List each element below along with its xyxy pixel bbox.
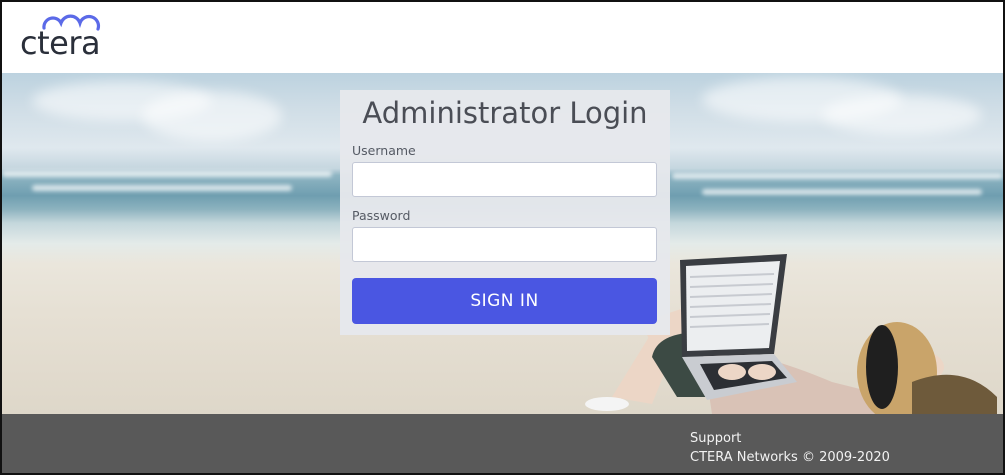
login-title: Administrator Login: [362, 96, 648, 130]
header: ctera: [2, 2, 1003, 73]
footer: Support CTERA Networks © 2009-2020: [2, 414, 1003, 473]
support-link[interactable]: Support: [690, 431, 741, 446]
password-input[interactable]: [352, 227, 657, 262]
sign-in-button[interactable]: SIGN IN: [352, 278, 657, 324]
copyright-text: CTERA Networks © 2009-2020: [690, 450, 890, 465]
login-card: Administrator Login Username Password SI…: [340, 90, 670, 335]
logo-text: ctera: [20, 24, 101, 62]
app-window: ctera Administrator Login Username Passw…: [0, 0, 1005, 475]
password-label: Password: [352, 208, 411, 223]
username-input[interactable]: [352, 162, 657, 197]
username-label: Username: [352, 143, 416, 158]
